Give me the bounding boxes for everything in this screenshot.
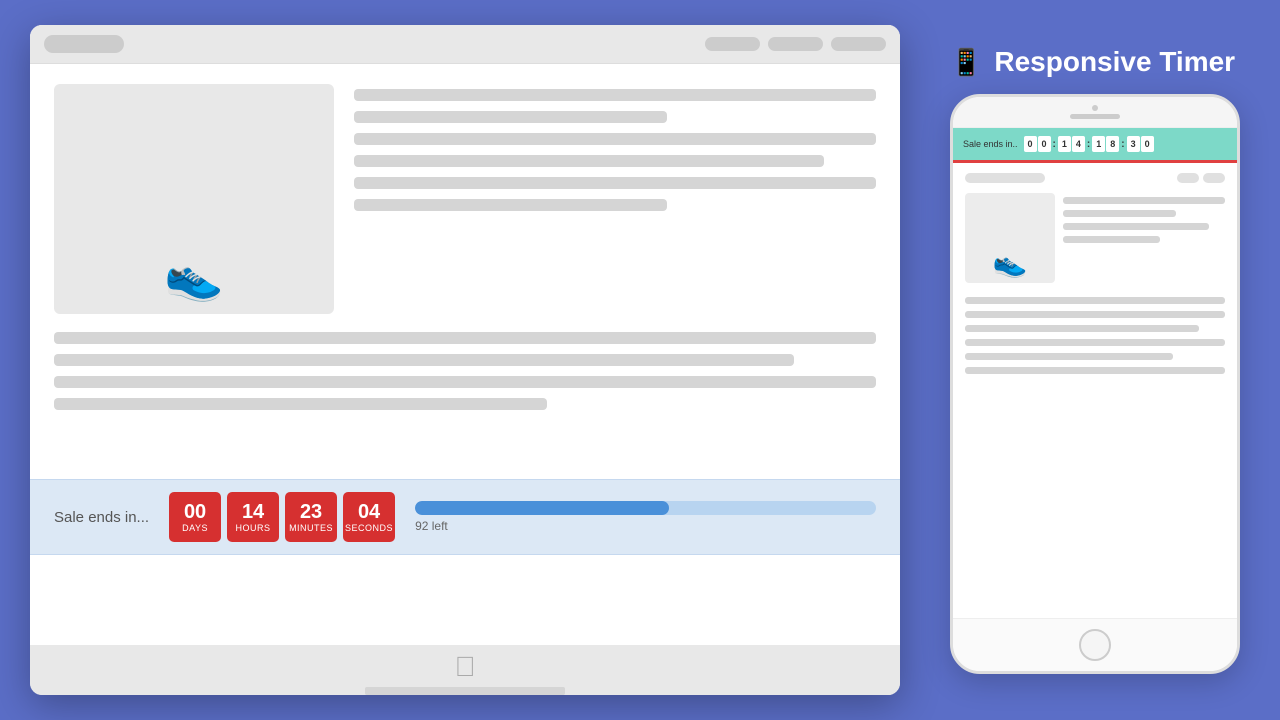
browser-url-bar xyxy=(44,35,124,53)
timer-seconds-number: 04 xyxy=(358,501,380,523)
digit-5: 8 xyxy=(1106,136,1119,152)
phone-nav-2 xyxy=(1203,173,1225,183)
page-content: 👟 xyxy=(30,64,900,645)
detail-line-2 xyxy=(354,111,667,123)
phone-line-3 xyxy=(1063,223,1209,230)
phone-shoe-icon: 👟 xyxy=(993,246,1028,279)
digit-3: 4 xyxy=(1072,136,1085,152)
phone-page-content: 👟 xyxy=(953,163,1237,618)
home-button[interactable] xyxy=(1079,629,1111,661)
timer-bar: Sale ends in... 00 Days 14 Hours 23 Minu… xyxy=(30,479,900,555)
phone-content-line-1 xyxy=(965,297,1225,304)
timer-seconds: 04 Seconds xyxy=(343,492,395,542)
browser-nav-1 xyxy=(705,37,760,51)
mobile-sale-label: Sale ends in.. xyxy=(963,139,1018,149)
digit-1: 0 xyxy=(1038,136,1051,152)
content-line-1 xyxy=(54,332,876,344)
browser-chrome xyxy=(30,25,900,64)
timer-hours: 14 Hours xyxy=(227,492,279,542)
product-details xyxy=(354,84,876,314)
timer-hours-unit: Hours xyxy=(236,523,271,533)
detail-line-6 xyxy=(354,199,667,211)
digit-0: 0 xyxy=(1024,136,1037,152)
digit-2: 1 xyxy=(1058,136,1071,152)
colon-2: : xyxy=(1086,139,1091,150)
phone-content-lines xyxy=(965,297,1225,374)
monitor-foot xyxy=(365,687,565,695)
phone-product-image: 👟 xyxy=(965,193,1055,283)
phone-content-line-4 xyxy=(965,339,1225,346)
timer-days: 00 Days xyxy=(169,492,221,542)
progress-label: 92 left xyxy=(415,519,876,533)
phone-content-line-2 xyxy=(965,311,1225,318)
progress-section: 92 left xyxy=(415,501,876,533)
desktop-mockup: 👟 Sale ends in... xyxy=(30,25,900,695)
phone-url-pill xyxy=(965,173,1045,183)
mobile-timer-digits: 0 0 : 1 4 : 1 8 : 3 0 xyxy=(1024,136,1227,152)
content-line-4 xyxy=(54,398,547,410)
phone-mockup: Sale ends in.. 0 0 : 1 4 : 1 8 : 3 0 xyxy=(950,94,1240,674)
shoe-icon: 👟 xyxy=(164,247,224,304)
phone-nav-pills xyxy=(1177,173,1225,183)
progress-bar-bg xyxy=(415,501,876,515)
mobile-timer-banner: Sale ends in.. 0 0 : 1 4 : 1 8 : 3 0 xyxy=(953,128,1237,163)
timer-days-number: 00 xyxy=(184,501,206,523)
content-line-3 xyxy=(54,376,876,388)
timer-seconds-unit: Seconds xyxy=(345,523,393,533)
timer-minutes-number: 23 xyxy=(300,501,322,523)
right-panel: 📱 Responsive Timer Sale ends in.. 0 0 : … xyxy=(940,46,1250,674)
timer-minutes: 23 Minutes xyxy=(285,492,337,542)
phone-nav-1 xyxy=(1177,173,1199,183)
screen-area: 👟 Sale ends in... xyxy=(30,25,900,645)
product-section: 👟 xyxy=(54,84,876,314)
phone-speaker xyxy=(1070,114,1120,119)
content-line-2 xyxy=(54,354,794,366)
detail-line-1 xyxy=(354,89,876,101)
timer-boxes: 00 Days 14 Hours 23 Minutes 04 Seconds xyxy=(169,492,395,542)
timer-minutes-unit: Minutes xyxy=(289,523,333,533)
phone-camera-dot xyxy=(1092,105,1098,111)
browser-nav xyxy=(705,37,886,51)
timer-days-unit: Days xyxy=(182,523,208,533)
apple-logo-icon:  xyxy=(455,651,476,683)
phone-content-line-3 xyxy=(965,325,1199,332)
detail-line-5 xyxy=(354,177,876,189)
detail-line-4 xyxy=(354,155,824,167)
panel-title-row: 📱 Responsive Timer xyxy=(950,46,1250,78)
phone-line-2 xyxy=(1063,210,1176,217)
phone-content-line-6 xyxy=(965,367,1225,374)
detail-line-3 xyxy=(354,133,876,145)
monitor-stand:  xyxy=(30,645,900,695)
panel-title: Responsive Timer xyxy=(994,46,1235,78)
browser-nav-2 xyxy=(768,37,823,51)
content-block-2 xyxy=(54,332,876,410)
phone-icon: 📱 xyxy=(950,47,982,78)
digit-4: 1 xyxy=(1092,136,1105,152)
phone-content-line-5 xyxy=(965,353,1173,360)
colon-1: : xyxy=(1052,139,1057,150)
progress-bar-fill xyxy=(415,501,669,515)
phone-product-lines xyxy=(1063,193,1225,283)
product-image: 👟 xyxy=(54,84,334,314)
colon-3: : xyxy=(1120,139,1125,150)
browser-nav-3 xyxy=(831,37,886,51)
phone-line-1 xyxy=(1063,197,1225,204)
phone-top-bar xyxy=(953,97,1237,128)
digit-6: 3 xyxy=(1127,136,1140,152)
phone-product-section: 👟 xyxy=(965,193,1225,283)
phone-line-4 xyxy=(1063,236,1160,243)
phone-browser-bar xyxy=(965,173,1225,183)
timer-hours-number: 14 xyxy=(242,501,264,523)
phone-bottom xyxy=(953,618,1237,671)
sale-label: Sale ends in... xyxy=(54,509,149,526)
digit-7: 0 xyxy=(1141,136,1154,152)
